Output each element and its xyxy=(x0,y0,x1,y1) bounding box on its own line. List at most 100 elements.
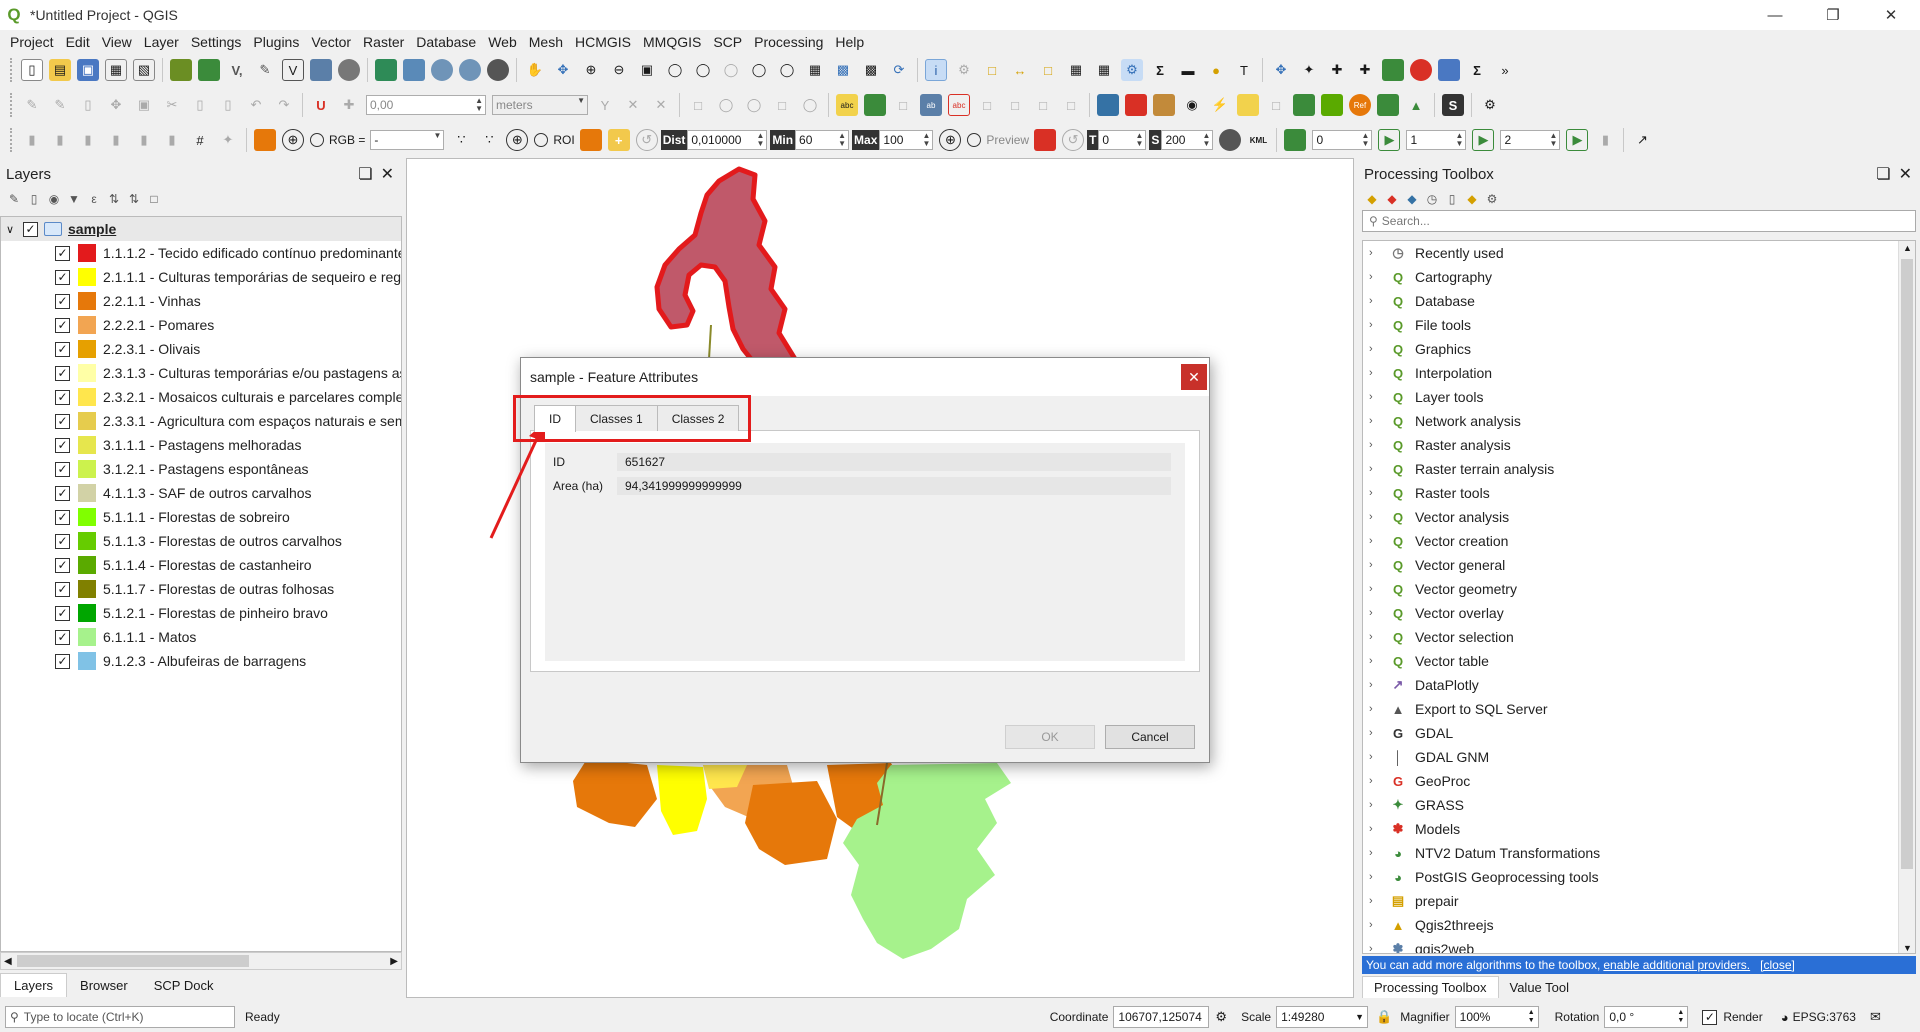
provider-row[interactable]: › Q Raster tools xyxy=(1363,481,1915,505)
plugin-d-icon[interactable]: ✚ xyxy=(1354,59,1376,81)
plugin-yellow-icon[interactable] xyxy=(1237,94,1259,116)
zoom-full-icon[interactable]: ▣ xyxy=(636,59,658,81)
split-icon[interactable]: ✕ xyxy=(622,94,644,116)
scp-tool-icon[interactable]: ✦ xyxy=(217,129,239,151)
add-postgis-icon[interactable] xyxy=(310,59,332,81)
scp-tool-icon[interactable] xyxy=(403,59,425,81)
crs-globe-icon[interactable]: ◕ xyxy=(1781,1010,1789,1025)
save-project-icon[interactable]: ▣ xyxy=(77,59,99,81)
merge-icon[interactable]: ✕ xyxy=(650,94,672,116)
toolbox-vscrollbar[interactable]: ▲ ▼ xyxy=(1898,241,1915,953)
lock-scale-icon[interactable]: 🔒 xyxy=(1376,1009,1392,1025)
add-delimited-text-icon[interactable]: V, xyxy=(226,59,248,81)
expand-chevron-icon[interactable]: › xyxy=(1369,655,1383,667)
expand-chevron-icon[interactable]: › xyxy=(1369,271,1383,283)
layer-checkbox[interactable]: ✓ xyxy=(55,509,70,525)
expand-chevron-icon[interactable]: › xyxy=(1369,319,1383,331)
tab-id[interactable]: ID xyxy=(534,405,576,432)
copy-icon[interactable]: ▯ xyxy=(189,94,211,116)
provider-row[interactable]: › ▤ prepair xyxy=(1363,889,1915,913)
magnifier-field[interactable]: 100% ▲ ▼ xyxy=(1454,1006,1539,1028)
provider-row[interactable]: › Q Vector creation xyxy=(1363,529,1915,553)
layer-checkbox[interactable]: ✓ xyxy=(55,605,70,621)
python-scripts-icon[interactable]: ◆ xyxy=(1404,191,1420,207)
digitize-c-icon[interactable]: ◯ xyxy=(743,94,765,116)
scp-f-icon[interactable]: ▮ xyxy=(161,129,183,151)
expand-chevron-icon[interactable]: › xyxy=(1369,391,1383,403)
layer-row[interactable]: ✓ 9.1.2.3 - Albufeiras de barragens xyxy=(1,649,401,673)
plugin-j-icon[interactable] xyxy=(1377,94,1399,116)
menu-scp[interactable]: SCP xyxy=(707,34,748,50)
expand-chevron-icon[interactable]: › xyxy=(1369,463,1383,475)
scp-a-icon[interactable]: ▮ xyxy=(21,129,43,151)
expand-chevron-icon[interactable]: › xyxy=(1369,943,1383,953)
layer-row[interactable]: ✓ 3.1.2.1 - Pastagens espontâneas xyxy=(1,457,401,481)
tab-browser[interactable]: Browser xyxy=(67,973,141,997)
scp-redo-icon[interactable]: ↺ xyxy=(635,129,658,151)
move-feature-icon[interactable]: ✥ xyxy=(105,94,127,116)
layer-row[interactable]: ✓ 4.1.1.3 - SAF de outros carvalhos xyxy=(1,481,401,505)
plugin-h-icon[interactable] xyxy=(1293,94,1315,116)
cut-icon[interactable]: ✂ xyxy=(161,94,183,116)
float-toolbox-icon[interactable]: ❏ xyxy=(1876,164,1890,184)
toolbox-search-input[interactable]: ⚲ Search... xyxy=(1362,210,1916,232)
new-print-layout-icon[interactable]: ▦ xyxy=(105,59,127,81)
kml-icon[interactable]: KML xyxy=(1247,129,1269,151)
digitize-b-icon[interactable]: ◯ xyxy=(715,94,737,116)
filter-legend-icon[interactable]: ▼ xyxy=(66,191,82,207)
field-value[interactable]: 651627 xyxy=(617,453,1171,471)
zoom-selection-icon[interactable]: ◯ xyxy=(664,59,686,81)
label-abc-red-icon[interactable]: abc xyxy=(948,94,970,116)
map-tips-icon[interactable]: ● xyxy=(1205,59,1227,81)
layer-checkbox[interactable]: ✓ xyxy=(55,437,70,453)
layer-row[interactable]: ✓ 1.1.1.2 - Tecido edificado contínuo pre… xyxy=(1,241,401,265)
add-feature-icon[interactable]: ▯ xyxy=(77,94,99,116)
expand-chevron-icon[interactable]: › xyxy=(1369,583,1383,595)
add-raster-layer-icon[interactable] xyxy=(198,59,220,81)
delete-feature-icon[interactable]: ▣ xyxy=(133,94,155,116)
provider-row[interactable]: › Q Vector overlay xyxy=(1363,601,1915,625)
plugin-i-icon[interactable] xyxy=(1321,94,1343,116)
layer-row[interactable]: ✓ 2.3.2.1 - Mosaicos culturais e parcelar… xyxy=(1,385,401,409)
layer-row[interactable]: ✓ 2.3.3.1 - Agricultura com espaços natur… xyxy=(1,409,401,433)
expand-chevron-icon[interactable]: › xyxy=(1369,775,1383,787)
scp-zoom-icon[interactable]: ⊕ xyxy=(282,129,304,151)
messages-icon[interactable]: ✉ xyxy=(1870,1009,1881,1025)
open-project-icon[interactable]: ▤ xyxy=(49,59,71,81)
zoom-layer-icon[interactable]: ◯ xyxy=(692,59,714,81)
expand-chevron-icon[interactable]: › xyxy=(1369,415,1383,427)
plugin-f-icon[interactable] xyxy=(1438,59,1460,81)
ok-button[interactable]: OK xyxy=(1005,725,1095,749)
rotation-field[interactable]: 0,0 ° ▲ ▼ xyxy=(1604,1006,1689,1028)
provider-row[interactable]: › Q Vector selection xyxy=(1363,625,1915,649)
sigma-plugin-icon[interactable]: Σ xyxy=(1466,59,1488,81)
filter-expression-icon[interactable]: ε xyxy=(86,191,102,207)
plugin-box-icon[interactable] xyxy=(1153,94,1175,116)
bookmark-icon[interactable]: ▩ xyxy=(832,59,854,81)
pan-to-selection-icon[interactable]: ✥ xyxy=(552,59,574,81)
scroll-left-icon[interactable]: ◀ xyxy=(4,956,12,967)
zoom-in-icon[interactable]: ⊕ xyxy=(580,59,602,81)
label-abc-blue-icon[interactable]: ab xyxy=(920,94,942,116)
digitize-d-icon[interactable]: □ xyxy=(771,94,793,116)
provider-row[interactable]: › Q Raster terrain analysis xyxy=(1363,457,1915,481)
dialog-close-button[interactable]: ✕ xyxy=(1181,364,1207,390)
layer-checkbox[interactable]: ✓ xyxy=(55,245,70,261)
globe-icon[interactable] xyxy=(431,59,453,81)
run-action-icon[interactable]: ⚙ xyxy=(953,59,975,81)
expand-chevron-icon[interactable]: › xyxy=(1369,343,1383,355)
plugin-b-icon[interactable]: ✦ xyxy=(1298,59,1320,81)
layer-checkbox[interactable]: ✓ xyxy=(55,341,70,357)
expand-chevron-icon[interactable]: › xyxy=(1369,367,1383,379)
expand-chevron-icon[interactable]: › xyxy=(1369,679,1383,691)
scp-c-icon[interactable]: ▮ xyxy=(77,129,99,151)
results-viewer-icon[interactable]: ▯ xyxy=(1444,191,1460,207)
plugin-c-icon[interactable]: ✚ xyxy=(1326,59,1348,81)
expand-chevron-icon[interactable]: › xyxy=(1369,847,1383,859)
expand-chevron-icon[interactable]: › xyxy=(1369,487,1383,499)
layer-checkbox[interactable]: ✓ xyxy=(55,653,70,669)
digitize-a-icon[interactable]: □ xyxy=(687,94,709,116)
expand-chevron-icon[interactable]: › xyxy=(1369,511,1383,523)
scp-grey-icon[interactable]: ▮ xyxy=(1594,129,1616,151)
crs-icon-toggle[interactable]: ⚙ xyxy=(1215,1009,1227,1025)
